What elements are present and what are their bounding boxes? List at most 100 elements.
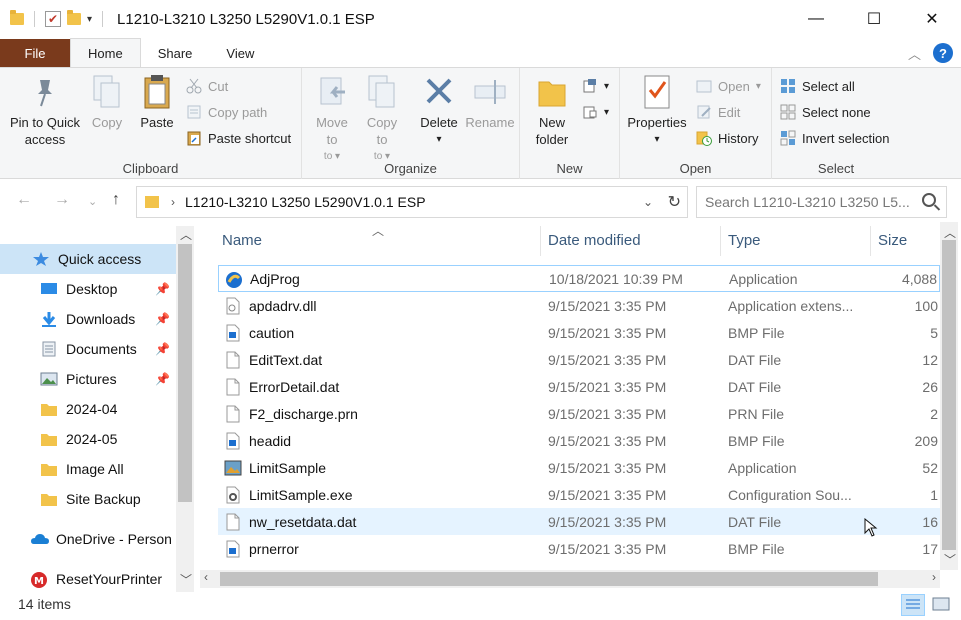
scroll-up-icon[interactable]: ︿ [944, 224, 956, 241]
paste-shortcut-button[interactable]: Paste shortcut [186, 126, 291, 150]
file-row[interactable]: AdjProg 10/18/2021 10:39 PM Application 4,0… [218, 265, 940, 292]
select-all-button[interactable]: Select all [780, 74, 855, 98]
chevron-right-icon[interactable]: › [171, 195, 175, 209]
nav-item-pictures[interactable]: Pictures 📌 [0, 364, 176, 394]
properties-icon [640, 74, 674, 110]
new-group-label: New [556, 161, 583, 176]
nav-item-downloads[interactable]: Downloads 📌 [0, 304, 176, 334]
nav-item-desktop[interactable]: Desktop 📌 [0, 274, 176, 304]
cut-button[interactable]: Cut [186, 74, 228, 98]
tab-file[interactable]: File [0, 39, 70, 68]
minimize-button[interactable]: — [787, 0, 845, 38]
file-row[interactable]: LimitSample.exe 9/15/2021 3:35 PM Configur… [218, 481, 940, 508]
history-button[interactable]: History [696, 126, 758, 150]
file-type: DAT File [728, 513, 782, 530]
file-row[interactable]: F2_discharge.prn 9/15/2021 3:35 PM PRN Fil… [218, 400, 940, 427]
new-folder-icon [535, 74, 569, 110]
scroll-down-icon[interactable]: ﹀ [944, 551, 956, 568]
file-row[interactable]: nw_resetdata.dat 9/15/2021 3:35 PM DAT Fil… [218, 508, 940, 535]
forward-arrow-icon[interactable]: → [54, 191, 70, 209]
divider[interactable] [720, 226, 721, 256]
scroll-thumb[interactable] [942, 240, 956, 550]
divider[interactable] [870, 226, 871, 256]
scroll-thumb[interactable] [220, 572, 878, 586]
edit-button[interactable]: Edit [696, 100, 740, 124]
file-row[interactable]: LimitSample 9/15/2021 3:35 PM Application 5… [218, 454, 940, 481]
file-row[interactable]: apdadrv.dll 9/15/2021 3:35 PM Application … [218, 292, 940, 319]
nav-item-2024-04[interactable]: 2024-04 [0, 394, 176, 424]
refresh-icon[interactable]: ↻ [668, 192, 681, 212]
file-type: Application [729, 270, 798, 287]
select-none-button[interactable]: Select none [780, 100, 871, 124]
nav-item-onedrive[interactable]: OneDrive - Person [0, 524, 176, 554]
nav-item-site-backup[interactable]: Site Backup [0, 484, 176, 514]
column-type[interactable]: Type [728, 232, 761, 249]
move-to-button[interactable]: Move to to ▾ [312, 74, 352, 165]
recent-locations-icon[interactable]: ⌄ [88, 195, 97, 208]
cut-label: Cut [208, 78, 229, 94]
back-arrow-icon[interactable]: ← [16, 191, 32, 209]
column-date-modified[interactable]: Date modified [548, 232, 641, 249]
invert-selection-button[interactable]: Invert selection [780, 126, 889, 150]
open-button[interactable]: Open ▾ [696, 74, 761, 98]
new-folder-button[interactable]: New folder [534, 74, 570, 148]
file-row[interactable]: headid 9/15/2021 3:35 PM BMP File 209 [218, 427, 940, 454]
tab-view[interactable]: View [209, 39, 271, 68]
details-view-icon[interactable] [901, 594, 925, 616]
nav-item-quick-access[interactable]: Quick access [0, 244, 176, 274]
paste-button[interactable]: Paste [136, 74, 178, 131]
copy-button[interactable]: Copy [88, 74, 126, 131]
address-bar[interactable]: › L1210-L3210 L3250 L5290V1.0.1 ESP ⌄ ↻ [136, 186, 688, 218]
tab-home[interactable]: Home [70, 38, 141, 68]
folder-icon [40, 401, 58, 417]
divider [34, 11, 35, 27]
help-icon[interactable]: ? [933, 43, 953, 63]
collapse-ribbon-icon[interactable]: ︿ [908, 44, 921, 63]
nav-item-documents[interactable]: Documents 📌 [0, 334, 176, 364]
scroll-right-icon[interactable]: › [932, 570, 936, 584]
scroll-up-icon[interactable]: ︿ [180, 226, 192, 243]
large-icons-view-icon[interactable] [929, 594, 953, 616]
file-list-horizontal-scrollbar[interactable]: ‹ › [200, 570, 940, 588]
nav-item-2024-05[interactable]: 2024-05 [0, 424, 176, 454]
file-date-modified: 9/15/2021 3:35 PM [548, 540, 667, 557]
search-input[interactable]: Search L1210-L3210 L3250 L5... [696, 186, 947, 218]
search-icon[interactable] [922, 193, 936, 207]
nav-item-resetyourprinter[interactable]: M ResetYourPrinter [0, 564, 176, 592]
copy-to-button[interactable]: Copy to to ▾ [362, 74, 402, 165]
column-size[interactable]: Size [878, 232, 907, 249]
file-name: prnerror [249, 540, 299, 557]
pin-icon: 📌 [155, 312, 170, 326]
file-row[interactable]: prnerror 9/15/2021 3:35 PM BMP File 17 [218, 535, 940, 562]
pin-to-quick-access-button[interactable]: Pin to Quick access [6, 74, 84, 148]
copy-path-button[interactable]: Copy path [186, 100, 267, 124]
config-icon [224, 486, 242, 504]
scroll-thumb[interactable] [178, 244, 192, 502]
file-row[interactable]: caution 9/15/2021 3:35 PM BMP File 5 [218, 319, 940, 346]
chevron-down-icon[interactable]: ⌄ [643, 195, 653, 209]
file-row[interactable]: ErrorDetail.dat 9/15/2021 3:35 PM DAT File… [218, 373, 940, 400]
properties-button[interactable]: Properties ▾ [626, 74, 688, 148]
scroll-down-icon[interactable]: ﹀ [180, 571, 192, 588]
select-group-label: Select [817, 161, 855, 176]
column-name[interactable]: Name [222, 232, 262, 249]
address-row: ← → ⌄ ↑ › L1210-L3210 L3250 L5290V1.0.1 … [0, 183, 961, 221]
search-placeholder: Search L1210-L3210 L3250 L5... [705, 194, 910, 210]
nav-item-image-all[interactable]: Image All [0, 454, 176, 484]
properties-check-icon[interactable]: ✔ [45, 11, 61, 27]
close-button[interactable]: ✕ [903, 0, 961, 38]
new-item-button[interactable]: ▾ [582, 74, 609, 98]
rename-button[interactable]: Rename [464, 74, 516, 131]
up-arrow-icon[interactable]: ↑ [112, 191, 120, 209]
divider[interactable] [540, 226, 541, 256]
delete-button[interactable]: Delete ▾ [418, 74, 460, 148]
scroll-left-icon[interactable]: ‹ [204, 570, 208, 584]
nav-scrollbar[interactable]: ︿ ﹀ [176, 226, 194, 592]
new-folder-icon[interactable] [67, 10, 81, 25]
easy-access-button[interactable]: ▾ [582, 100, 609, 124]
tab-share[interactable]: Share [141, 39, 210, 68]
file-list-vertical-scrollbar[interactable]: ︿ ﹀ [940, 222, 958, 570]
customize-dropdown-icon[interactable]: ▾ [87, 14, 92, 25]
file-row[interactable]: EditText.dat 9/15/2021 3:35 PM DAT File 12 [218, 346, 940, 373]
maximize-button[interactable]: ☐ [845, 0, 903, 38]
